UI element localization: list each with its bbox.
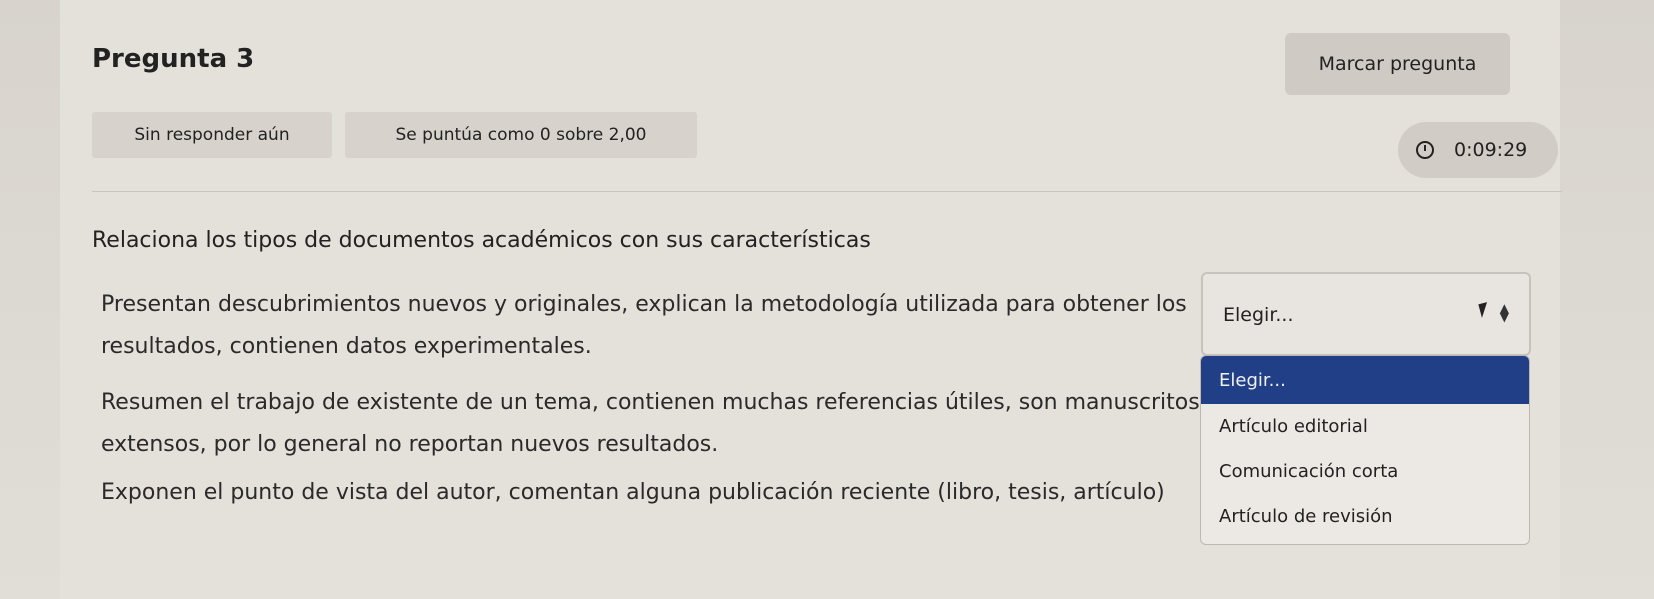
cursor-icon <box>1478 302 1491 318</box>
quiz-timer: 0:09:29 <box>1398 122 1558 178</box>
question-state-badge: Sin responder aún <box>92 112 332 158</box>
flag-question-button[interactable]: Marcar pregunta <box>1285 33 1510 95</box>
dropdown-option[interactable]: Comunicación corta <box>1201 449 1529 494</box>
match-stem-1: Presentan descubrimientos nuevos y origi… <box>101 292 1187 359</box>
dropdown-option[interactable]: Elegir... <box>1201 356 1529 404</box>
question-grade-badge: Se puntúa como 0 sobre 2,00 <box>345 112 697 158</box>
match-stem-2: Resumen el trabajo de existente de un te… <box>101 390 1200 457</box>
answer-dropdown-list: Elegir... Artículo editorial Comunicació… <box>1200 355 1530 545</box>
timer-value: 0:09:29 <box>1454 139 1528 161</box>
answer-select-1[interactable]: Elegir... ▲ ▼ <box>1201 272 1531 356</box>
quiz-page: Pregunta 3 Marcar pregunta Sin responder… <box>0 0 1654 599</box>
divider <box>92 191 1562 192</box>
chevron-updown-icon: ▲ ▼ <box>1499 301 1509 324</box>
dropdown-option[interactable]: Artículo de revisión <box>1201 494 1529 539</box>
clock-icon <box>1416 141 1434 159</box>
select-current-value: Elegir... <box>1223 304 1294 326</box>
dropdown-option[interactable]: Artículo editorial <box>1201 404 1529 449</box>
question-prompt: Relaciona los tipos de documentos académ… <box>92 228 871 253</box>
match-stem-3: Exponen el punto de vista del autor, com… <box>101 480 1165 505</box>
question-title: Pregunta 3 <box>92 44 255 74</box>
